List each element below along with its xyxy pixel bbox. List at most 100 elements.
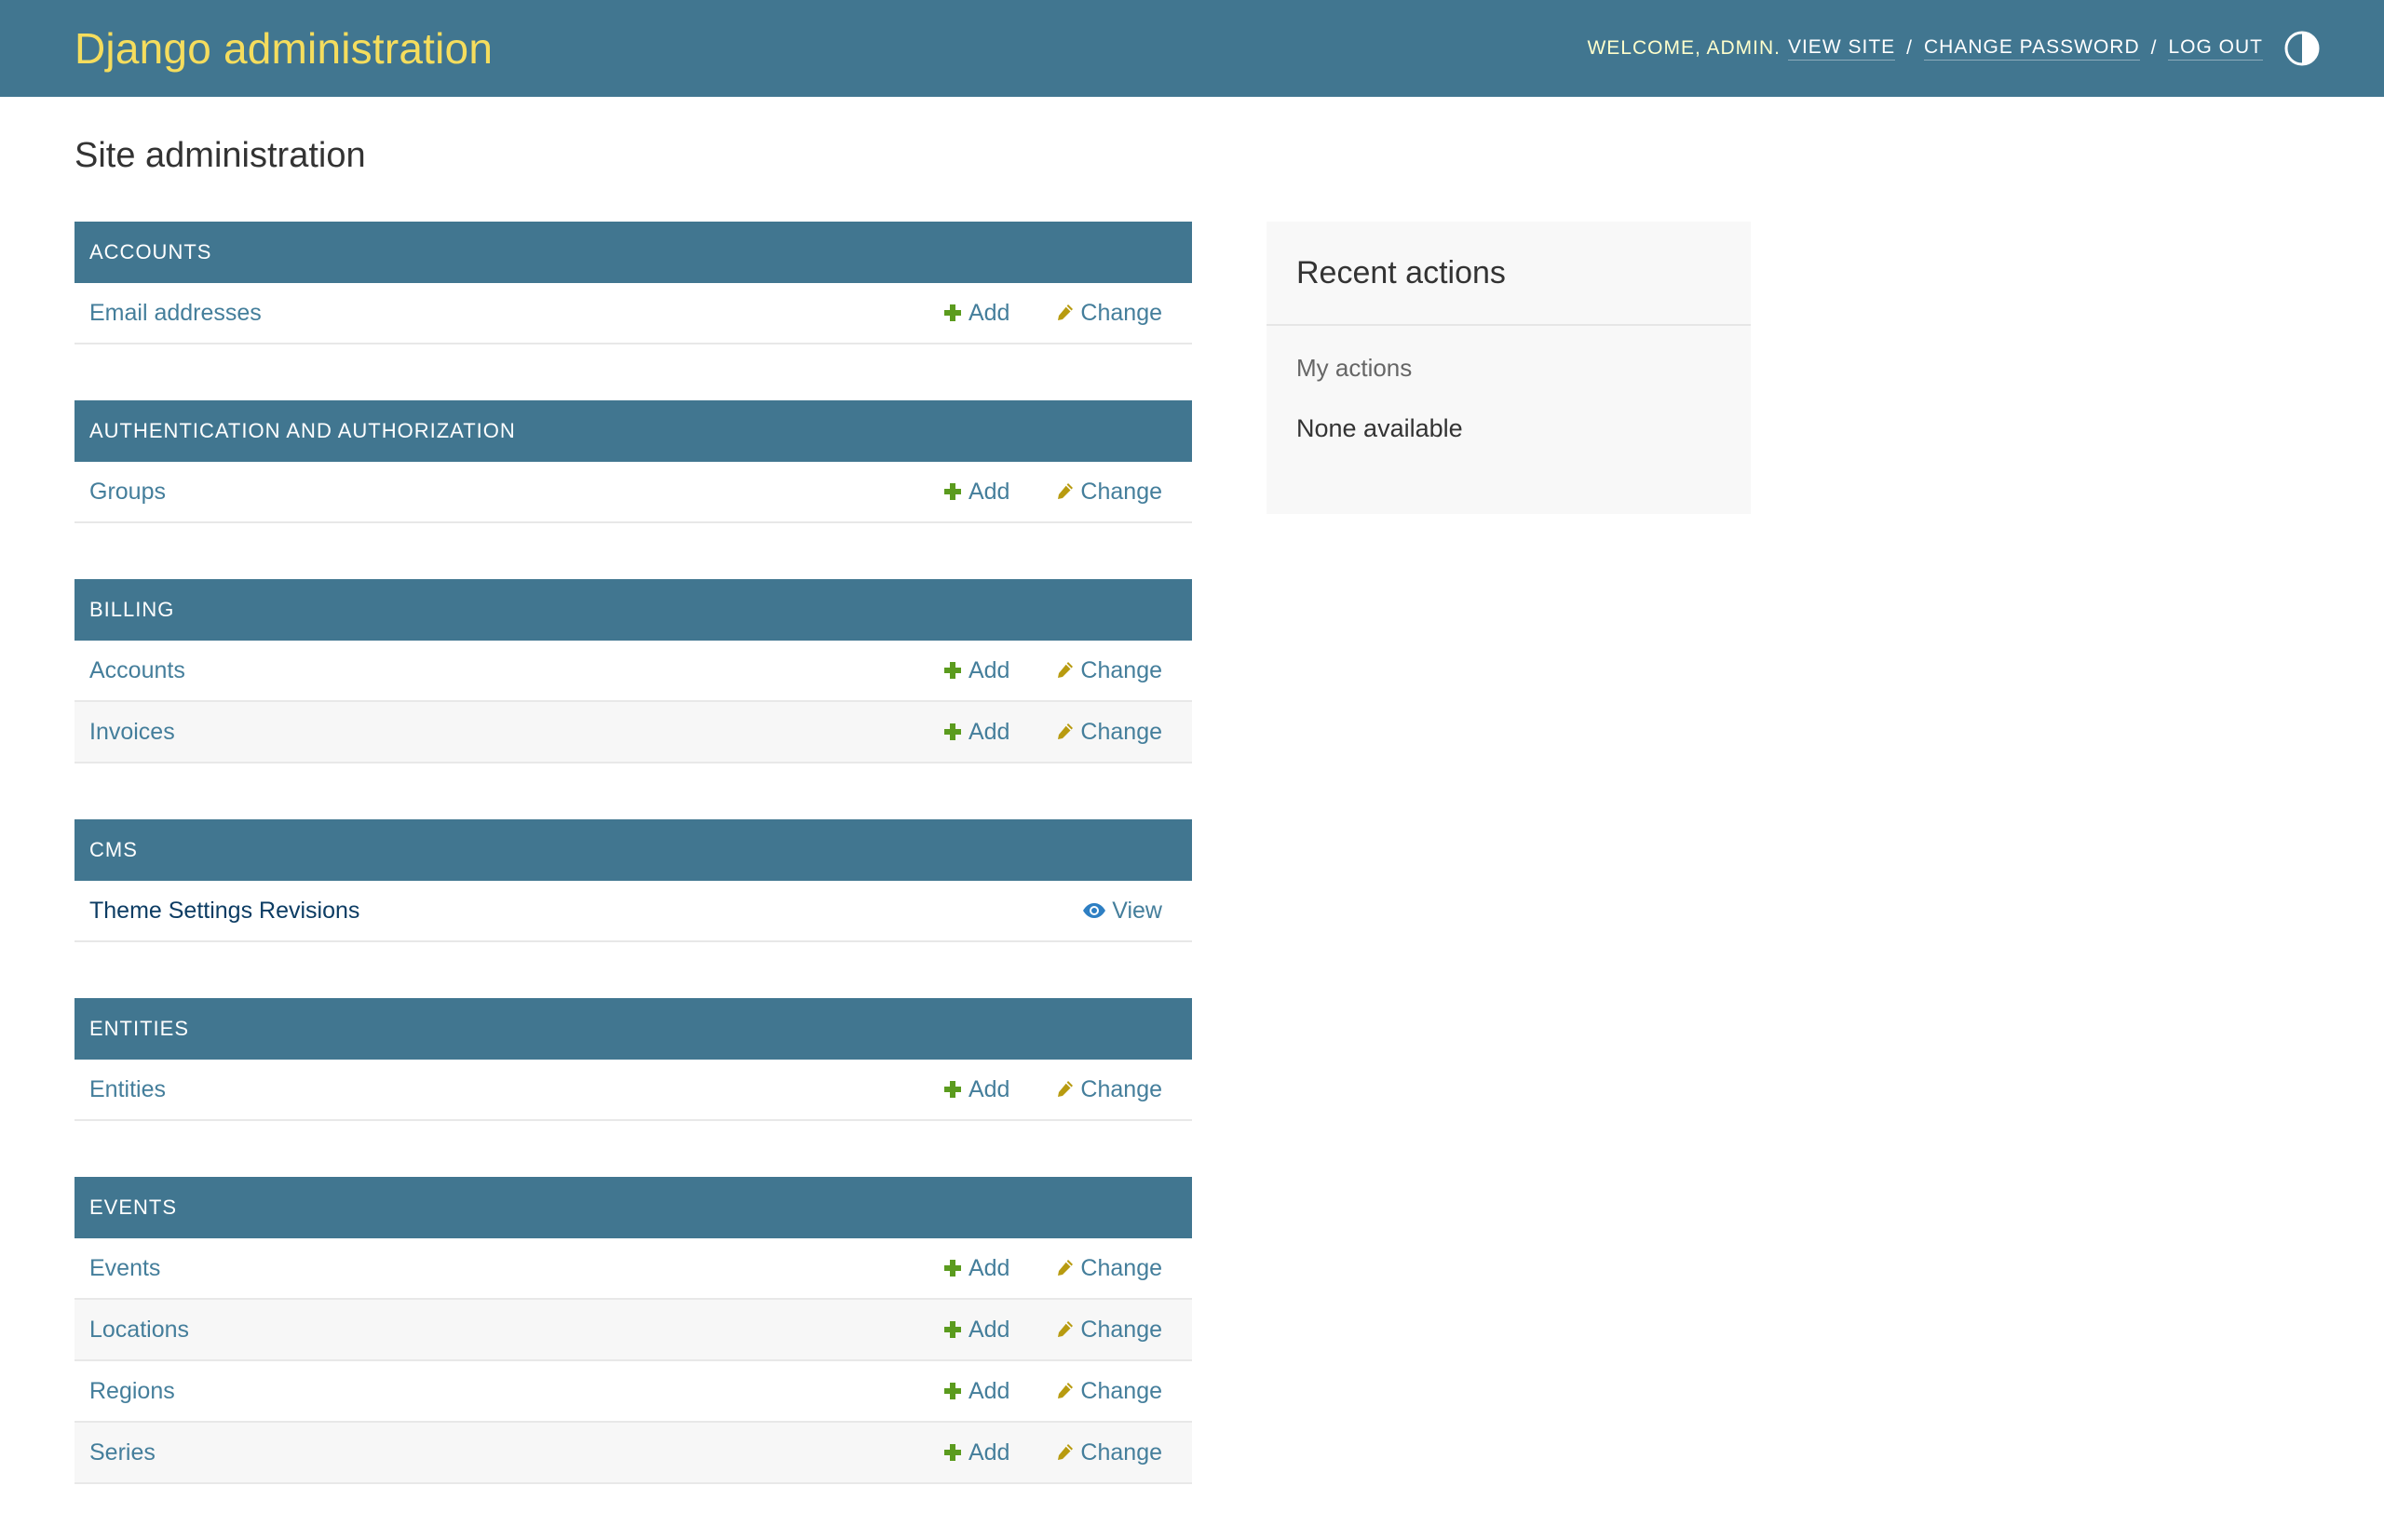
add-label: Add [968, 1377, 1010, 1404]
header-bar: Django administration WELCOME, ADMIN. VI… [0, 0, 2384, 97]
add-label: Add [968, 1254, 1010, 1281]
change-password-link[interactable]: CHANGE PASSWORD [1924, 36, 2140, 61]
module-caption[interactable]: BILLING [74, 579, 1192, 641]
separator: / [2150, 37, 2158, 59]
change-accounts-link[interactable]: Change [1054, 657, 1162, 684]
model-link-locations[interactable]: Locations [89, 1317, 942, 1344]
module-caption[interactable]: ACCOUNTS [74, 222, 1192, 283]
change-email-addresses-link[interactable]: Change [1054, 300, 1162, 327]
plus-icon [943, 662, 961, 679]
change-label: Change [1080, 1254, 1162, 1281]
pencil-icon [1054, 1381, 1075, 1401]
pencil-icon [1054, 1258, 1075, 1278]
add-groups-link[interactable]: Add [942, 479, 1009, 506]
plus-icon [943, 1383, 961, 1399]
add-accounts-link[interactable]: Add [942, 657, 1009, 684]
model-link-entities[interactable]: Entities [89, 1076, 942, 1103]
add-events-link[interactable]: Add [942, 1255, 1009, 1282]
log-out-link[interactable]: LOG OUT [2168, 36, 2263, 61]
change-locations-link[interactable]: Change [1054, 1317, 1162, 1344]
module-caption[interactable]: EVENTS [74, 1177, 1192, 1238]
theme-toggle-button[interactable] [2283, 30, 2321, 67]
add-entities-link[interactable]: Add [942, 1076, 1009, 1103]
change-groups-link[interactable]: Change [1054, 479, 1162, 506]
change-label: Change [1080, 1439, 1162, 1466]
pencil-icon [1058, 1383, 1074, 1398]
pencil-icon [1058, 1260, 1074, 1276]
separator: / [1906, 37, 1913, 59]
module-authentication-and-authorization: AUTHENTICATION AND AUTHORIZATION Groups Ad… [74, 400, 1192, 523]
recent-actions-title: Recent actions [1266, 222, 1751, 326]
change-invoices-link[interactable]: Change [1054, 719, 1162, 746]
view-site-link[interactable]: VIEW SITE [1787, 36, 1896, 61]
add-label: Add [968, 1439, 1010, 1466]
model-link-invoices[interactable]: Invoices [89, 719, 942, 746]
pencil-icon [1054, 481, 1075, 502]
site-brand-link[interactable]: Django administration [74, 24, 493, 73]
module-caption[interactable]: AUTHENTICATION AND AUTHORIZATION [74, 400, 1192, 462]
change-label: Change [1080, 299, 1162, 326]
app-list: ACCOUNTS Email addresses Add Change AUTHENTI… [74, 222, 1192, 1540]
model-link-groups[interactable]: Groups [89, 479, 942, 506]
add-email-addresses-link[interactable]: Add [942, 300, 1009, 327]
change-label: Change [1080, 478, 1162, 505]
half-circle-icon [2284, 31, 2320, 66]
pencil-icon [1054, 1079, 1075, 1100]
model-row-groups: Groups Add Change [74, 462, 1192, 523]
pencil-icon [1054, 660, 1075, 681]
change-label: Change [1080, 1316, 1162, 1343]
change-events-link[interactable]: Change [1054, 1255, 1162, 1282]
add-label: Add [968, 1075, 1010, 1102]
plus-icon [942, 1442, 963, 1463]
module-entities: ENTITIES Entities Add Change [74, 998, 1192, 1121]
add-regions-link[interactable]: Add [942, 1378, 1009, 1405]
pencil-icon [1058, 662, 1074, 678]
page-title: Site administration [74, 136, 366, 175]
plus-icon [942, 1258, 963, 1278]
view-theme-settings-revisions-link[interactable]: View [1082, 898, 1162, 925]
change-regions-link[interactable]: Change [1054, 1378, 1162, 1405]
add-series-link[interactable]: Add [942, 1439, 1009, 1466]
model-link-accounts[interactable]: Accounts [89, 657, 942, 684]
pencil-icon [1058, 304, 1074, 320]
add-label: Add [968, 656, 1010, 683]
add-label: Add [968, 1316, 1010, 1343]
pencil-icon [1058, 483, 1074, 499]
module-cms: CMS Theme Settings Revisions View [74, 819, 1192, 942]
model-link-theme-settings-revisions[interactable]: Theme Settings Revisions [89, 898, 1082, 925]
model-row-series: Series Add Change [74, 1423, 1192, 1484]
pencil-icon [1058, 723, 1074, 739]
model-row-events: Events Add Change [74, 1238, 1192, 1300]
plus-icon [942, 303, 963, 323]
model-link-regions[interactable]: Regions [89, 1378, 942, 1405]
model-link-events[interactable]: Events [89, 1255, 942, 1282]
add-invoices-link[interactable]: Add [942, 719, 1009, 746]
plus-icon [943, 304, 961, 321]
user-tools: WELCOME, ADMIN. VIEW SITE / CHANGE PASSW… [1587, 30, 2321, 67]
plus-icon [943, 1444, 961, 1461]
recent-actions-panel: Recent actions My actions None available [1266, 222, 1751, 514]
view-label: View [1112, 897, 1162, 924]
pencil-icon [1054, 1442, 1075, 1463]
model-link-series[interactable]: Series [89, 1439, 942, 1466]
pencil-icon [1054, 722, 1075, 742]
add-locations-link[interactable]: Add [942, 1317, 1009, 1344]
module-caption[interactable]: ENTITIES [74, 998, 1192, 1060]
module-accounts: ACCOUNTS Email addresses Add Change [74, 222, 1192, 344]
plus-icon [942, 722, 963, 742]
model-link-email-addresses[interactable]: Email addresses [89, 300, 942, 327]
pencil-icon [1058, 1444, 1074, 1460]
eye-icon [1083, 903, 1106, 918]
plus-icon [943, 1321, 961, 1338]
plus-icon [943, 483, 961, 500]
change-series-link[interactable]: Change [1054, 1439, 1162, 1466]
model-row-accounts: Accounts Add Change [74, 641, 1192, 702]
welcome-text: WELCOME, ADMIN. [1587, 37, 1781, 59]
model-row-regions: Regions Add Change [74, 1361, 1192, 1423]
module-caption[interactable]: CMS [74, 819, 1192, 881]
pencil-icon [1058, 1321, 1074, 1337]
eye-icon [1082, 900, 1106, 921]
plus-icon [942, 481, 963, 502]
change-entities-link[interactable]: Change [1054, 1076, 1162, 1103]
plus-icon [943, 1260, 961, 1277]
